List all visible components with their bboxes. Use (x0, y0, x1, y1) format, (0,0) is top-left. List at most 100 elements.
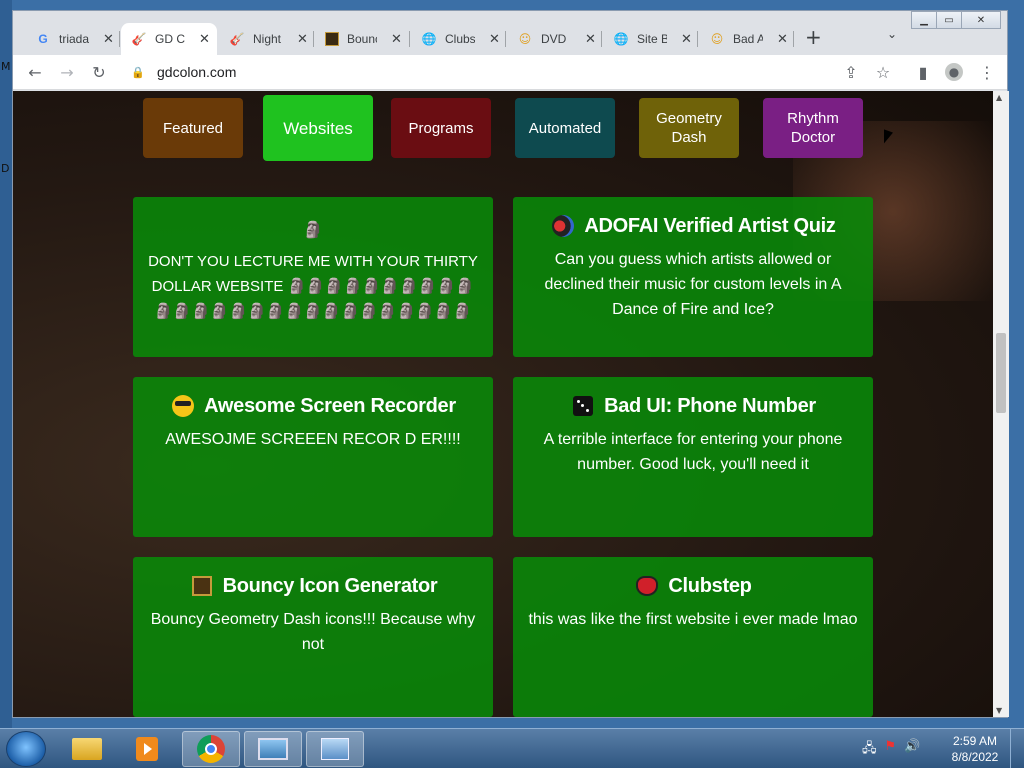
gd-cube-icon (325, 32, 339, 46)
reload-icon[interactable]: ↻ (89, 63, 109, 82)
clock-date: 8/8/2022 (951, 750, 999, 764)
browser-window: G triada ✕ 🎸 GD Co ✕ 🎸 Night ✕ Bounc ✕ 🌐… (12, 10, 1009, 718)
category-label: Featured (162, 119, 224, 137)
desktop-letter: M (1, 60, 11, 73)
card-description: Bouncy Geometry Dash icons!!! Because wh… (150, 611, 476, 653)
new-tab-button[interactable]: + (805, 25, 822, 49)
card-title: Awesome Screen Recorder (204, 394, 456, 417)
page-scrollbar[interactable]: ▲ ▼ (993, 91, 1009, 717)
tab-title: Site B (637, 32, 667, 46)
address-bar[interactable]: 🔒 gdcolon.com (131, 58, 901, 86)
tab-6[interactable]: ☺ DVD ✕ (507, 23, 599, 55)
website-card[interactable]: Bad UI: Phone Number A terrible interfac… (513, 377, 873, 537)
tab-title: DVD (541, 32, 567, 46)
demon-face-icon (634, 573, 660, 599)
website-card[interactable]: Bouncy Icon Generator Bouncy Geometry Da… (133, 557, 493, 717)
card-header: ADOFAI Verified Artist Quiz (525, 213, 861, 239)
menu-kebab-icon[interactable]: ⋮ (977, 63, 997, 82)
action-center-flag-icon[interactable]: ⚑ (885, 739, 897, 761)
close-tab-icon[interactable]: ✕ (681, 32, 692, 47)
face-icon: ☺ (518, 32, 532, 46)
category-rhythm-doctor-button[interactable]: Rhythm Doctor (763, 98, 863, 158)
close-tab-icon[interactable]: ✕ (391, 32, 402, 47)
tab-3[interactable]: 🎸 Night ✕ (219, 23, 311, 55)
close-tab-icon[interactable]: ✕ (199, 32, 210, 47)
planets-icon (550, 213, 576, 239)
moai-icon: 🗿 (303, 222, 323, 239)
share-icon[interactable]: ⇪ (841, 63, 861, 82)
website-card[interactable]: 🗿 DON'T YOU LECTURE ME WITH YOUR THIRTY … (133, 197, 493, 357)
window-controls: ▁ ▭ ✕ (911, 11, 1001, 29)
close-tab-icon[interactable]: ✕ (103, 32, 114, 47)
tab-title: Bad A (733, 32, 763, 46)
explorer-icon[interactable] (58, 731, 116, 767)
minimize-icon[interactable]: ▁ (911, 11, 937, 29)
tab-4[interactable]: Bounc ✕ (315, 23, 407, 55)
clock-time: 2:59 AM (952, 734, 998, 748)
tab-1[interactable]: G triada ✕ (25, 23, 117, 55)
lock-icon: 🔒 (131, 66, 145, 79)
system-tray: 🖧 ⚑ 🔊 (862, 739, 920, 761)
website-card[interactable]: Clubstep this was like the first website… (513, 557, 873, 717)
close-tab-icon[interactable]: ✕ (777, 32, 788, 47)
scroll-up-icon[interactable]: ▲ (996, 93, 1002, 102)
card-description: A terrible interface for entering your p… (543, 431, 843, 473)
tab-title: GD Co (155, 32, 185, 46)
tab-search-chevron-icon[interactable]: ⌄ (887, 27, 897, 41)
card-title: ADOFAI Verified Artist Quiz (584, 214, 836, 237)
tab-7[interactable]: 🌐 Site B ✕ (603, 23, 695, 55)
scroll-down-icon[interactable]: ▼ (996, 706, 1002, 715)
card-description: AWESOJME SCREEEN RECOR D ER!!!! (165, 431, 461, 448)
forward-arrow-icon[interactable]: → (57, 63, 77, 82)
tab-8[interactable]: ☺ Bad A ✕ (699, 23, 791, 55)
website-card[interactable]: ADOFAI Verified Artist Quiz Can you gues… (513, 197, 873, 357)
dice-icon (570, 393, 596, 419)
close-tab-icon[interactable]: ✕ (297, 32, 308, 47)
clock[interactable]: 2:59 AM 8/8/2022 (940, 733, 1010, 765)
start-button[interactable] (6, 731, 46, 767)
tab-2[interactable]: 🎸 GD Co ✕ (121, 23, 217, 55)
category-label: Rhythm Doctor (787, 110, 839, 146)
card-header: Bouncy Icon Generator (145, 573, 481, 599)
taskbar: 🖧 ⚑ 🔊 2:59 AM 8/8/2022 (0, 728, 1024, 768)
card-header: Bad UI: Phone Number (525, 393, 861, 419)
photo-viewer-icon[interactable] (244, 731, 302, 767)
tab-5[interactable]: 🌐 Clubs ✕ (411, 23, 503, 55)
tab-title: Night (253, 32, 282, 46)
bookmark-star-icon[interactable]: ☆ (873, 63, 893, 82)
back-arrow-icon[interactable]: ← (25, 63, 45, 82)
network-icon[interactable]: 🖧 (862, 739, 877, 761)
sunglasses-face-icon (170, 393, 196, 419)
side-panel-icon[interactable]: ▮ (913, 63, 933, 82)
scroll-thumb[interactable] (996, 333, 1006, 413)
close-tab-icon[interactable]: ✕ (585, 32, 596, 47)
category-automated-button[interactable]: Automated (515, 98, 615, 158)
profile-avatar-icon[interactable]: ● (945, 63, 963, 81)
mouse-cursor-icon (884, 129, 893, 147)
control-panel-icon[interactable] (306, 731, 364, 767)
category-featured-button[interactable]: Featured (143, 98, 243, 158)
chrome-icon[interactable] (182, 731, 240, 767)
card-description: this was like the first website i ever m… (528, 611, 858, 628)
card-title: Clubstep (668, 574, 752, 597)
guitar-icon: 🎸 (229, 32, 245, 46)
close-window-icon[interactable]: ✕ (961, 11, 1001, 29)
browser-toolbar: ← → ↻ 🔒 gdcolon.com ⇪ ☆ ▮ ● ⋮ (13, 55, 1007, 90)
desktop-edge: M D (0, 0, 12, 728)
category-geometry-dash-button[interactable]: Geometry Dash (639, 98, 739, 158)
gd-cube-icon (189, 573, 215, 599)
card-title: Bad UI: Phone Number (604, 394, 816, 417)
card-description: Can you guess which artists allowed or d… (544, 251, 842, 318)
show-desktop-button[interactable] (1010, 729, 1024, 768)
google-icon: G (38, 32, 48, 46)
close-tab-icon[interactable]: ✕ (489, 32, 500, 47)
url-text: gdcolon.com (157, 64, 237, 80)
website-card[interactable]: Awesome Screen Recorder AWESOJME SCREEEN… (133, 377, 493, 537)
category-label: Programs (408, 119, 474, 137)
category-label: Geometry Dash (656, 110, 722, 146)
maximize-icon[interactable]: ▭ (936, 11, 962, 29)
category-websites-button[interactable]: Websites (263, 95, 373, 161)
volume-icon[interactable]: 🔊 (904, 739, 920, 761)
media-player-icon[interactable] (118, 731, 176, 767)
category-programs-button[interactable]: Programs (391, 98, 491, 158)
